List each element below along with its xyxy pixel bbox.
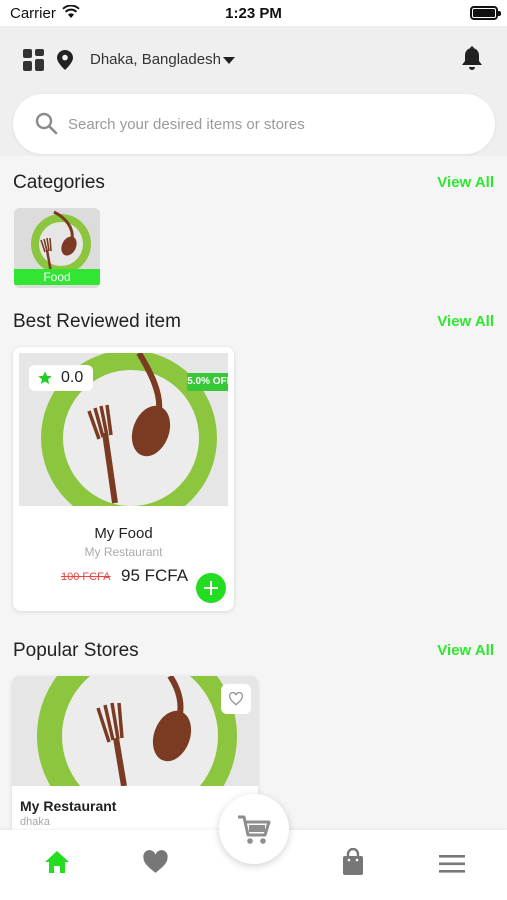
- shopping-bag-icon[interactable]: [341, 848, 365, 876]
- battery-icon: [470, 6, 501, 20]
- rating-badge: 0.0: [29, 365, 93, 391]
- grid-icon[interactable]: [23, 49, 45, 71]
- chevron-down-icon[interactable]: [223, 57, 235, 64]
- cart-button[interactable]: [219, 794, 289, 864]
- item-name: My Food: [94, 525, 153, 542]
- status-time: 1:23 PM: [225, 5, 282, 22]
- store-image: [12, 676, 258, 786]
- header: Dhaka, Bangladesh Search your desired it…: [0, 26, 507, 156]
- location-selector[interactable]: Dhaka, Bangladesh: [90, 51, 221, 68]
- item-card[interactable]: 0.0 5.0% OFF My Food My Restaurant 100 F…: [13, 347, 234, 611]
- discount-badge: 5.0% OFF: [187, 373, 228, 391]
- rating-value: 0.0: [61, 369, 84, 386]
- categories-title: Categories: [13, 172, 105, 193]
- popular-stores-view-all-link[interactable]: View All: [437, 642, 494, 659]
- store-card[interactable]: My Restaurant dhaka: [12, 676, 258, 836]
- category-label: Food: [14, 269, 100, 285]
- heart-icon[interactable]: [142, 850, 169, 874]
- categories-view-all-link[interactable]: View All: [437, 174, 494, 191]
- popular-stores-title: Popular Stores: [13, 640, 139, 661]
- item-price: 95 FCFA: [121, 566, 189, 585]
- status-bar: Carrier 1:23 PM: [0, 0, 507, 26]
- item-store-name: My Restaurant: [84, 545, 163, 559]
- star-icon: [38, 371, 52, 384]
- menu-icon[interactable]: [439, 854, 465, 874]
- category-item-food[interactable]: Food: [14, 208, 100, 288]
- store-name: My Restaurant: [20, 798, 117, 814]
- store-location: dhaka: [20, 816, 50, 828]
- favorite-button[interactable]: [221, 684, 251, 714]
- add-to-cart-button[interactable]: [196, 573, 226, 603]
- notification-bell-icon[interactable]: [460, 46, 484, 72]
- search-icon: [35, 112, 58, 135]
- best-reviewed-title: Best Reviewed item: [13, 311, 181, 332]
- item-old-price: 100 FCFA: [61, 571, 111, 583]
- home-icon[interactable]: [44, 850, 70, 874]
- heart-outline-icon: [228, 692, 244, 706]
- location-pin-icon: [57, 50, 73, 70]
- cart-icon: [238, 815, 271, 844]
- search-input[interactable]: Search your desired items or stores: [68, 116, 305, 133]
- best-reviewed-view-all-link[interactable]: View All: [437, 313, 494, 330]
- search-bar[interactable]: Search your desired items or stores: [13, 94, 495, 154]
- item-image: 0.0 5.0% OFF: [19, 353, 228, 506]
